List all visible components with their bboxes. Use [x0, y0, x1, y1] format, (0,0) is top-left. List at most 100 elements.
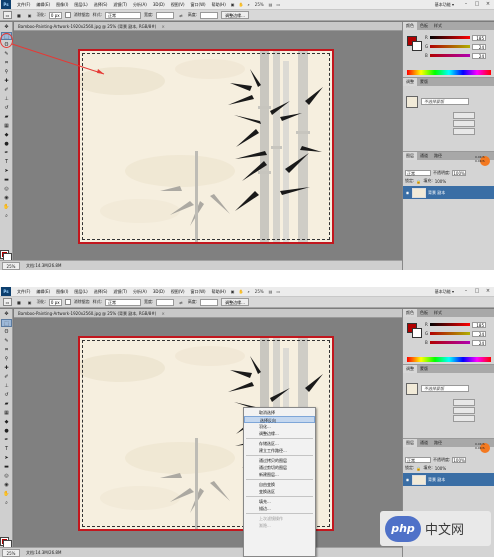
lock-icon[interactable]: 🔒 — [416, 466, 421, 471]
mask-button-1[interactable] — [453, 112, 475, 119]
opacity-input[interactable]: 100% — [452, 170, 467, 176]
red-slider[interactable] — [430, 36, 470, 39]
swap-icon[interactable]: ⇄ — [177, 300, 184, 305]
menu-edit[interactable]: 编辑(E) — [33, 289, 53, 295]
menu-filter[interactable]: 滤镜(T) — [110, 289, 130, 295]
menu-image[interactable]: 图像(I) — [53, 289, 71, 295]
zoom-level[interactable]: 25% — [252, 289, 267, 294]
eraser-tool-icon[interactable]: ▰ — [1, 113, 12, 121]
quick-select-tool-icon[interactable]: ✎ — [1, 337, 12, 345]
tab-swatches[interactable]: 色板 — [417, 22, 431, 30]
close-icon[interactable]: × — [484, 1, 492, 8]
panel-background-swatch[interactable] — [412, 41, 422, 51]
menu-item-transform-selection[interactable]: 变换选区 — [244, 488, 315, 495]
lock-icon[interactable]: 🔒 — [416, 179, 421, 184]
style-select[interactable]: 正常 — [105, 298, 142, 306]
marquee-preset-icon[interactable]: ▭ — [3, 298, 12, 306]
height-input[interactable] — [200, 11, 219, 19]
width-input[interactable] — [156, 298, 175, 306]
tab-paths[interactable]: 路径 — [431, 152, 445, 160]
menu-help[interactable]: 帮助(H) — [209, 289, 229, 295]
hand-tool-icon[interactable]: ✋ — [1, 203, 12, 211]
menu-item-refine-edge[interactable]: 调整边缘... — [244, 430, 315, 437]
menu-file[interactable]: 文件(F) — [14, 289, 33, 295]
stamp-tool-icon[interactable]: ⊥ — [1, 95, 12, 103]
close-icon[interactable]: × — [484, 288, 492, 295]
width-input[interactable] — [156, 11, 175, 19]
dodge-tool-icon[interactable]: ● — [1, 140, 12, 148]
menu-window[interactable]: 窗口(W) — [188, 289, 209, 295]
tab-paths[interactable]: 路径 — [431, 439, 445, 447]
red-value[interactable]: 185 — [472, 34, 486, 41]
green-value[interactable]: 24 — [472, 330, 486, 337]
menu-item-free-transform[interactable]: 自由变换 — [244, 481, 315, 488]
move-tool-icon[interactable]: ✥ — [1, 310, 12, 318]
mask-button-2[interactable] — [453, 407, 475, 414]
height-input[interactable] — [200, 298, 219, 306]
blur-tool-icon[interactable]: ◆ — [1, 418, 12, 426]
red-value[interactable]: 185 — [472, 321, 486, 328]
menu-analysis[interactable]: 分析(A) — [130, 289, 150, 295]
hand-icon[interactable]: ✋ — [237, 289, 246, 294]
feather-input[interactable]: 0 px — [48, 298, 62, 306]
arrange-icon[interactable]: ▤ — [267, 289, 275, 294]
panel-background-swatch[interactable] — [412, 328, 422, 338]
menu-item-make-work-path[interactable]: 建立工作路径... — [244, 447, 315, 454]
history-brush-tool-icon[interactable]: ↺ — [1, 391, 12, 399]
opacity-input[interactable]: 100% — [452, 457, 467, 463]
layer-row[interactable]: ◉ 背景 副本 — [403, 186, 494, 199]
refine-edge-button[interactable]: 调整边缘... — [221, 11, 249, 19]
workspace-switcher[interactable]: 基本功能 ▾ — [433, 1, 456, 9]
minimize-icon[interactable]: – — [462, 288, 470, 295]
blend-mode-select[interactable]: 正常 — [405, 170, 431, 176]
tab-layers[interactable]: 图层 — [403, 152, 417, 160]
maximize-icon[interactable]: □ — [473, 288, 481, 295]
menu-item-select-inverse[interactable]: 选择反向 — [244, 416, 315, 423]
rect-marquee-tool-icon[interactable]: ⬚ — [1, 319, 12, 327]
document-close-icon[interactable]: × — [162, 24, 165, 29]
fill-input[interactable]: 100% — [435, 466, 446, 471]
3d-rotate-tool-icon[interactable]: ◎ — [1, 185, 12, 193]
shape-tool-icon[interactable]: ▬ — [1, 176, 12, 184]
pen-tool-icon[interactable]: ✒ — [1, 149, 12, 157]
antialias-checkbox[interactable] — [64, 299, 71, 305]
healing-tool-icon[interactable]: ✚ — [1, 364, 12, 372]
blue-value[interactable]: 24 — [472, 339, 486, 346]
menu-3d[interactable]: 3D(D) — [150, 2, 168, 7]
color-spectrum[interactable] — [407, 357, 491, 362]
refine-edge-button[interactable]: 调整边缘... — [221, 298, 249, 306]
menu-item-layer-via-copy[interactable]: 通过拷贝的图层 — [244, 457, 315, 464]
tab-adjustments[interactable]: 调整 — [403, 365, 417, 373]
document-close-icon[interactable]: × — [162, 311, 165, 316]
tab-masks[interactable]: 蒙版 — [417, 78, 431, 86]
menu-help[interactable]: 帮助(H) — [209, 2, 229, 8]
tab-masks[interactable]: 蒙版 — [417, 365, 431, 373]
visibility-eye-icon[interactable]: ◉ — [405, 477, 410, 482]
mask-button-3[interactable] — [453, 415, 475, 422]
mask-button-3[interactable] — [453, 128, 475, 135]
menu-view[interactable]: 视图(V) — [168, 2, 188, 8]
zoom-tool-icon[interactable]: ⌕ — [1, 499, 12, 507]
arrange-icon[interactable]: ▤ — [267, 2, 275, 7]
menu-item-layer-via-cut[interactable]: 通过剪切的图层 — [244, 464, 315, 471]
swap-icon[interactable]: ⇄ — [177, 13, 184, 18]
lasso-tool-icon[interactable]: ʘ — [1, 328, 12, 336]
shape-tool-icon[interactable]: ▬ — [1, 463, 12, 471]
hand-tool-icon[interactable]: ✋ — [1, 490, 12, 498]
bridge-icon[interactable]: ▣ — [229, 2, 237, 7]
tab-layers[interactable]: 图层 — [403, 439, 417, 447]
menu-item-new-layer[interactable]: 新建图层... — [244, 471, 315, 478]
tab-styles[interactable]: 样式 — [431, 22, 445, 30]
tab-color[interactable]: 颜色 — [403, 22, 417, 30]
crop-tool-icon[interactable]: ⌗ — [1, 346, 12, 354]
menu-view[interactable]: 视图(V) — [168, 289, 188, 295]
green-slider[interactable] — [430, 45, 470, 48]
path-select-tool-icon[interactable]: ➤ — [1, 167, 12, 175]
menu-item-save-selection[interactable]: 存储选区... — [244, 440, 315, 447]
menu-item-fill[interactable]: 填充... — [244, 498, 315, 505]
green-value[interactable]: 24 — [472, 43, 486, 50]
blue-slider[interactable] — [430, 341, 470, 344]
fill-input[interactable]: 100% — [435, 179, 446, 184]
document-tab[interactable]: Bamboo-Painting-Artwork-1920x2560.jpg @ … — [14, 309, 402, 318]
path-select-tool-icon[interactable]: ➤ — [1, 454, 12, 462]
